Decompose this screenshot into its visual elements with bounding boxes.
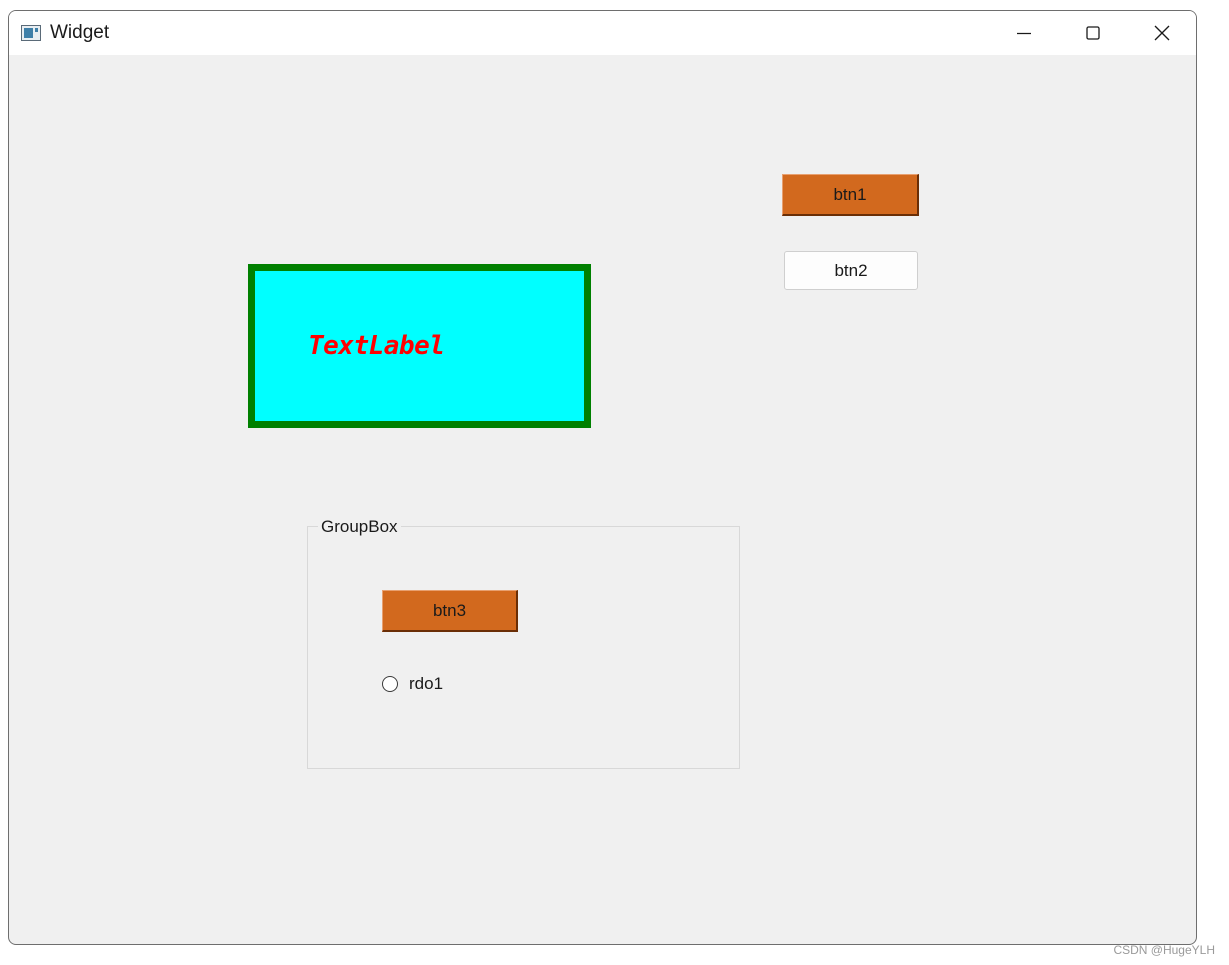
maximize-button[interactable] xyxy=(1059,11,1127,55)
app-window: Widget btn1 btn2 TextLabel GroupBox btn3… xyxy=(8,10,1197,945)
maximize-icon xyxy=(1086,26,1100,40)
btn2-button[interactable]: btn2 xyxy=(784,251,918,290)
window-title: Widget xyxy=(50,22,110,43)
radio-label[interactable]: rdo1 xyxy=(409,674,443,694)
watermark: CSDN @HugeYLH xyxy=(1113,943,1215,957)
radio-circle-icon[interactable] xyxy=(382,676,398,692)
minimize-icon xyxy=(1017,32,1031,35)
app-icon xyxy=(21,25,41,41)
close-button[interactable] xyxy=(1128,11,1196,55)
group-box-title: GroupBox xyxy=(318,518,401,536)
text-label: TextLabel xyxy=(308,331,445,361)
close-icon xyxy=(1154,25,1170,41)
btn3-button[interactable]: btn3 xyxy=(382,590,518,632)
btn1-button[interactable]: btn1 xyxy=(782,174,919,216)
text-label-box: TextLabel xyxy=(248,264,591,428)
group-box: GroupBox btn3 rdo1 xyxy=(307,518,740,769)
minimize-button[interactable] xyxy=(990,11,1058,55)
title-bar[interactable]: Widget xyxy=(9,11,1196,55)
